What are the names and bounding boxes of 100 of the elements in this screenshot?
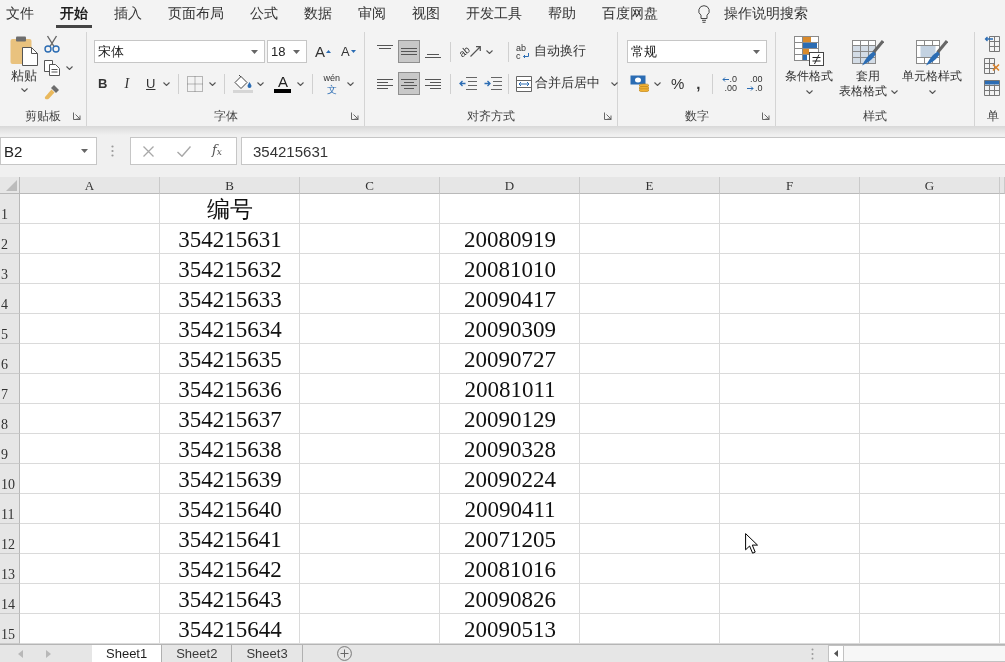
row-header[interactable]: 13	[0, 554, 20, 584]
orientation-button[interactable]: ab	[457, 40, 496, 63]
row-header[interactable]: 14	[0, 584, 20, 614]
percent-button[interactable]: %	[667, 72, 689, 95]
caret-icon[interactable]	[346, 81, 354, 86]
sheet-cell[interactable]: 354215635	[160, 344, 300, 374]
dialog-launcher-icon[interactable]	[762, 112, 770, 120]
grow-font-button[interactable]: A	[311, 40, 335, 63]
row-header[interactable]: 5	[0, 314, 20, 344]
number-format-combo[interactable]: 常规	[627, 40, 767, 63]
caret-icon[interactable]	[163, 81, 171, 86]
sheet-cell[interactable]: 20090129	[440, 404, 580, 434]
copy-icon[interactable]	[44, 60, 60, 76]
brush-icon[interactable]	[44, 84, 60, 100]
row-header[interactable]: 11	[0, 494, 20, 524]
decrease-indent-icon[interactable]	[459, 77, 477, 90]
sheet-cell[interactable]: 354215638	[160, 434, 300, 464]
row-header[interactable]: 9	[0, 434, 20, 464]
sheet-cell[interactable]: 354215639	[160, 464, 300, 494]
align-middle-button[interactable]	[398, 40, 420, 63]
sheet-cell[interactable]: 354215633	[160, 284, 300, 314]
decrease-decimal-button[interactable]: .00 .0	[745, 72, 765, 95]
menu-tab[interactable]: 帮助	[544, 0, 580, 28]
delete-cells-icon[interactable]	[984, 58, 1000, 74]
add-sheet-icon[interactable]	[336, 646, 352, 661]
sheet-cell[interactable]: 20080919	[440, 224, 580, 254]
format-as-table-button[interactable]: 套用 表格格式	[836, 32, 900, 106]
column-header[interactable]: C	[300, 177, 440, 194]
caret-icon[interactable]	[209, 81, 217, 86]
menu-tab[interactable]: 数据	[300, 0, 336, 28]
column-header[interactable]: D	[440, 177, 580, 194]
scroll-left-arrow-icon[interactable]	[834, 650, 838, 657]
underline-button[interactable]: U	[142, 72, 160, 95]
sheet-cell[interactable]: 354215643	[160, 584, 300, 614]
checkmark-icon[interactable]	[177, 145, 191, 157]
font-color-button[interactable]: A	[272, 72, 294, 95]
row-header[interactable]: 4	[0, 284, 20, 314]
increase-indent-icon[interactable]	[484, 77, 502, 90]
name-box[interactable]: B2	[0, 137, 97, 165]
sheet-tab[interactable]: Sheet1	[92, 645, 163, 662]
caret-icon[interactable]	[297, 81, 305, 86]
sheet-cell[interactable]: 354215632	[160, 254, 300, 284]
formula-input[interactable]: 354215631	[241, 137, 1005, 165]
sheet-cell[interactable]: 20090826	[440, 584, 580, 614]
sheet-cell[interactable]: 354215636	[160, 374, 300, 404]
font-size-combo[interactable]: 18	[267, 40, 307, 63]
column-header[interactable]: E	[580, 177, 720, 194]
scissors-icon[interactable]	[44, 35, 60, 53]
sheet-cell[interactable]: 20081016	[440, 554, 580, 584]
cell-styles-button[interactable]: 单元格样式	[900, 32, 964, 106]
caret-icon[interactable]	[654, 81, 661, 86]
column-header[interactable]: F	[720, 177, 860, 194]
row-header[interactable]: 10	[0, 464, 20, 494]
increase-decimal-button[interactable]: .0 .00	[719, 72, 740, 95]
row-header[interactable]: 8	[0, 404, 20, 434]
menu-tab[interactable]: 页面布局	[164, 0, 228, 28]
bold-button[interactable]: B	[94, 72, 112, 95]
sheet-cell[interactable]: 20081010	[440, 254, 580, 284]
row-header[interactable]: 1	[0, 194, 20, 224]
row-header[interactable]: 3	[0, 254, 20, 284]
sheet-cell[interactable]: 354215642	[160, 554, 300, 584]
column-header[interactable]: B	[160, 177, 300, 194]
sheet-cell[interactable]: 20090727	[440, 344, 580, 374]
menu-tab[interactable]: 插入	[110, 0, 146, 28]
dialog-launcher-icon[interactable]	[604, 112, 612, 120]
row-header[interactable]: 12	[0, 524, 20, 554]
row-header[interactable]: 6	[0, 344, 20, 374]
banknote-coins-icon[interactable]	[630, 75, 650, 92]
tell-me-search[interactable]: 操作说明搜索	[698, 0, 808, 28]
conditional-formatting-button[interactable]: 条件格式	[782, 32, 836, 106]
menu-tab[interactable]: 审阅	[354, 0, 390, 28]
drag-handle-icon[interactable]	[111, 145, 114, 157]
sheet-tab[interactable]: Sheet2	[162, 645, 233, 662]
dialog-launcher-icon[interactable]	[73, 112, 81, 120]
menu-tab[interactable]: 视图	[408, 0, 444, 28]
sheet-cell[interactable]: 20090513	[440, 614, 580, 644]
sheet-cell[interactable]: 354215640	[160, 494, 300, 524]
format-cells-icon[interactable]	[984, 80, 1000, 96]
sheet-cell[interactable]: 20090328	[440, 434, 580, 464]
column-header[interactable]: G	[860, 177, 1000, 194]
menu-tab[interactable]: 百度网盘	[598, 0, 662, 28]
sheet-cell[interactable]: 354215644	[160, 614, 300, 644]
sheet-cell[interactable]: 354215641	[160, 524, 300, 554]
splitter-handle-icon[interactable]	[811, 647, 814, 660]
merge-center-button[interactable]: 合并后居中	[514, 72, 620, 95]
phonetic-button[interactable]: wén 文	[321, 72, 342, 95]
paste-button[interactable]: 粘贴	[4, 32, 44, 106]
sheet-cell[interactable]: 354215634	[160, 314, 300, 344]
caret-icon[interactable]	[66, 66, 73, 70]
sheet-cell[interactable]: 20090411	[440, 494, 580, 524]
menu-tab[interactable]: 开发工具	[462, 0, 526, 28]
insert-cells-icon[interactable]	[984, 36, 1000, 52]
sheet-cell[interactable]: 20071205	[440, 524, 580, 554]
sheet-tab[interactable]: Sheet3	[232, 645, 303, 662]
comma-button[interactable]: ,	[692, 72, 705, 95]
fill-bucket-icon[interactable]	[233, 74, 254, 93]
sheet-cell[interactable]: 20081011	[440, 374, 580, 404]
font-name-combo[interactable]: 宋体	[94, 40, 265, 63]
align-center-button[interactable]	[398, 72, 420, 95]
dialog-launcher-icon[interactable]	[351, 112, 359, 120]
